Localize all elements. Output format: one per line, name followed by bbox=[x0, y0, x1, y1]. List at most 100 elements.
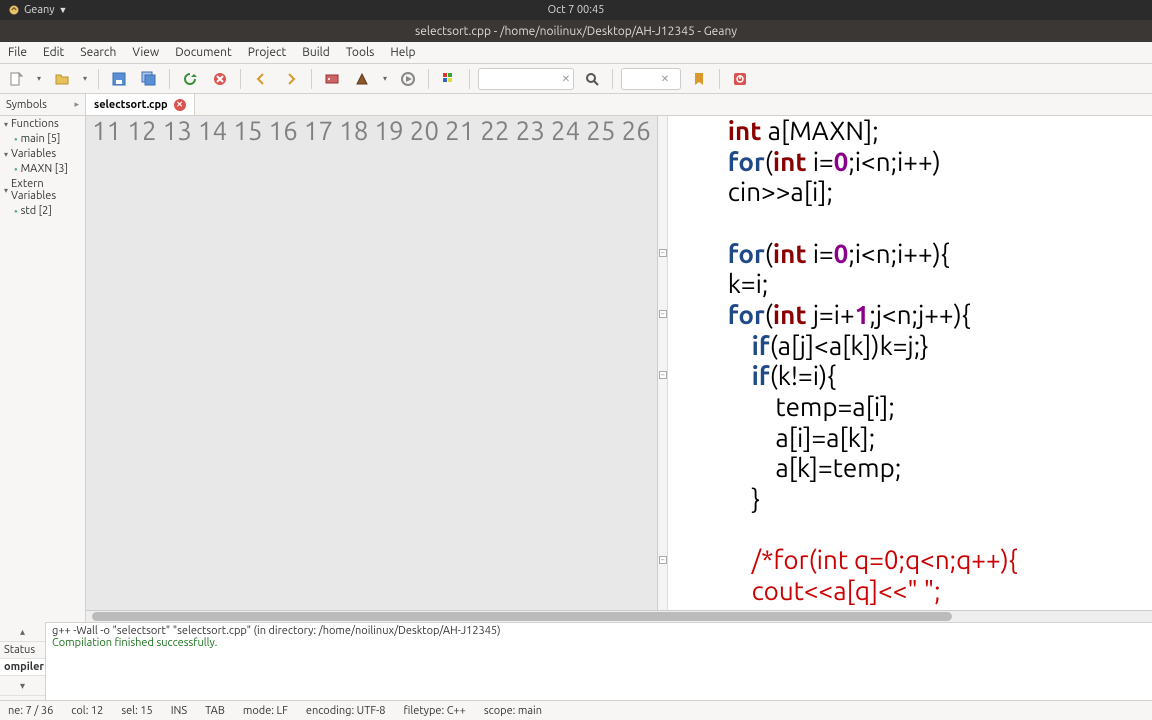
line-number-gutter: 11 12 13 14 15 16 17 18 19 20 21 22 23 2… bbox=[86, 116, 658, 610]
scrollbar-thumb[interactable] bbox=[92, 612, 952, 621]
toolbar-separator bbox=[240, 69, 241, 89]
bullet-icon: ● bbox=[14, 136, 18, 143]
goto-box: ✕ bbox=[621, 68, 681, 90]
os-clock: Oct 7 00:45 bbox=[548, 4, 605, 16]
close-icon[interactable]: ✕ bbox=[174, 99, 186, 111]
bullet-icon: ● bbox=[14, 166, 18, 173]
status-column: col: 12 bbox=[71, 705, 103, 717]
rail-up-icon[interactable]: ▴ bbox=[0, 622, 45, 642]
status-insert-mode[interactable]: INS bbox=[171, 705, 187, 717]
chevron-down-icon: ▼ bbox=[59, 5, 68, 15]
toolbar-separator bbox=[719, 69, 720, 89]
new-file-dropdown[interactable]: ▾ bbox=[34, 74, 44, 83]
open-file-dropdown[interactable]: ▾ bbox=[80, 74, 90, 83]
menu-item-edit[interactable]: Edit bbox=[35, 43, 72, 62]
menu-item-tools[interactable]: Tools bbox=[338, 43, 383, 62]
window-title-bar: selectsort.cpp - /home/noilinux/Desktop/… bbox=[0, 20, 1152, 42]
window-title: selectsort.cpp - /home/noilinux/Desktop/… bbox=[415, 25, 737, 38]
horizontal-scrollbar[interactable] bbox=[86, 610, 1152, 622]
sidebar-tab-symbols[interactable]: Symbols ▸ bbox=[0, 94, 86, 115]
reload-button[interactable] bbox=[178, 67, 202, 91]
status-filetype: filetype: C++ bbox=[404, 705, 466, 717]
quit-button[interactable] bbox=[728, 67, 752, 91]
message-line: g++ -Wall -o "selectsort" "selectsort.cp… bbox=[52, 625, 1146, 637]
status-position: ne: 7 / 36 bbox=[8, 705, 53, 717]
toolbar-separator bbox=[612, 69, 613, 89]
nav-back-button[interactable] bbox=[249, 67, 273, 91]
menu-item-document[interactable]: Document bbox=[167, 43, 239, 62]
bottom-tab-compiler[interactable]: ompiler bbox=[0, 659, 45, 676]
code-source[interactable]: int a[MAXN]; for(int i=0;i<n;i++) cin>>a… bbox=[668, 116, 1152, 610]
build-dropdown[interactable]: ▾ bbox=[380, 74, 390, 83]
status-encoding: encoding: UTF-8 bbox=[306, 705, 386, 717]
symbols-sidebar: ▾Functions●main [5]▾Variables●MAXN [3]▾E… bbox=[0, 116, 86, 622]
goto-button[interactable] bbox=[687, 67, 711, 91]
file-tab[interactable]: selectsort.cpp ✕ bbox=[86, 94, 195, 115]
compile-button[interactable] bbox=[320, 67, 344, 91]
symbol-group-label: Functions bbox=[11, 118, 59, 130]
menu-item-search[interactable]: Search bbox=[72, 43, 124, 62]
message-line: Compilation finished successfully. bbox=[52, 637, 1146, 649]
goto-input[interactable] bbox=[622, 73, 658, 85]
symbol-item-label: main [5] bbox=[21, 133, 61, 145]
symbol-group[interactable]: ▾Variables bbox=[0, 146, 85, 162]
os-app-menu[interactable]: Geany ▼ bbox=[8, 4, 67, 16]
os-top-bar: Geany ▼ Oct 7 00:45 bbox=[0, 0, 1152, 20]
fold-toggle-icon[interactable]: − bbox=[659, 310, 667, 318]
close-button[interactable] bbox=[208, 67, 232, 91]
symbol-group[interactable]: ▾Functions bbox=[0, 116, 85, 132]
fold-toggle-icon[interactable]: − bbox=[659, 249, 667, 257]
tree-expand-icon: ▾ bbox=[4, 120, 8, 129]
status-selection: sel: 15 bbox=[121, 705, 152, 717]
goto-clear-icon[interactable]: ✕ bbox=[658, 72, 672, 86]
bottom-tab-rail: ▴ Status ompiler ▾ bbox=[0, 622, 46, 700]
menu-item-file[interactable]: File bbox=[0, 43, 35, 62]
chevron-right-icon: ▸ bbox=[74, 99, 79, 110]
color-chooser-button[interactable] bbox=[437, 67, 461, 91]
compiler-messages[interactable]: g++ -Wall -o "selectsort" "selectsort.cp… bbox=[46, 622, 1152, 700]
save-all-button[interactable] bbox=[137, 67, 161, 91]
status-tab-mode[interactable]: TAB bbox=[205, 705, 225, 717]
symbol-item[interactable]: ●MAXN [3] bbox=[0, 162, 85, 176]
status-scope: scope: main bbox=[484, 705, 542, 717]
find-clear-icon[interactable]: ✕ bbox=[559, 72, 573, 86]
status-eol-mode: mode: LF bbox=[243, 705, 288, 717]
tree-expand-icon: ▾ bbox=[4, 186, 8, 195]
find-button[interactable] bbox=[580, 67, 604, 91]
symbol-group[interactable]: ▾Extern Variables bbox=[0, 176, 85, 204]
symbol-item-label: std [2] bbox=[21, 205, 52, 217]
main-area: ▾Functions●main [5]▾Variables●MAXN [3]▾E… bbox=[0, 116, 1152, 622]
toolbar-separator bbox=[469, 69, 470, 89]
bottom-tab-status[interactable]: Status bbox=[0, 642, 45, 659]
fold-toggle-icon[interactable]: − bbox=[659, 556, 667, 564]
symbol-item[interactable]: ●std [2] bbox=[0, 204, 85, 218]
run-button[interactable] bbox=[396, 67, 420, 91]
toolbar-separator bbox=[311, 69, 312, 89]
rail-down-icon[interactable]: ▾ bbox=[0, 676, 45, 696]
menu-item-build[interactable]: Build bbox=[294, 43, 338, 62]
symbol-item-label: MAXN [3] bbox=[21, 163, 68, 175]
symbol-group-label: Variables bbox=[11, 148, 56, 160]
code-view: 11 12 13 14 15 16 17 18 19 20 21 22 23 2… bbox=[86, 116, 1152, 610]
bottom-panel: ▴ Status ompiler ▾ g++ -Wall -o "selects… bbox=[0, 622, 1152, 700]
open-file-button[interactable] bbox=[50, 67, 74, 91]
new-file-button[interactable] bbox=[4, 67, 28, 91]
symbol-group-label: Extern Variables bbox=[11, 178, 81, 202]
sidebar-tab-label: Symbols bbox=[6, 99, 47, 111]
fold-toggle-icon[interactable]: − bbox=[659, 371, 667, 379]
tab-row: Symbols ▸ selectsort.cpp ✕ bbox=[0, 94, 1152, 116]
menu-item-view[interactable]: View bbox=[124, 43, 167, 62]
build-button[interactable] bbox=[350, 67, 374, 91]
find-input[interactable] bbox=[479, 73, 559, 85]
toolbar-separator bbox=[169, 69, 170, 89]
menu-bar: FileEditSearchViewDocumentProjectBuildTo… bbox=[0, 42, 1152, 64]
nav-forward-button[interactable] bbox=[279, 67, 303, 91]
toolbar-separator bbox=[428, 69, 429, 89]
os-app-name: Geany bbox=[24, 4, 55, 16]
menu-item-help[interactable]: Help bbox=[382, 43, 423, 62]
save-button[interactable] bbox=[107, 67, 131, 91]
find-box: ✕ bbox=[478, 68, 574, 90]
menu-item-project[interactable]: Project bbox=[240, 43, 295, 62]
bullet-icon: ● bbox=[14, 208, 18, 215]
symbol-item[interactable]: ●main [5] bbox=[0, 132, 85, 146]
